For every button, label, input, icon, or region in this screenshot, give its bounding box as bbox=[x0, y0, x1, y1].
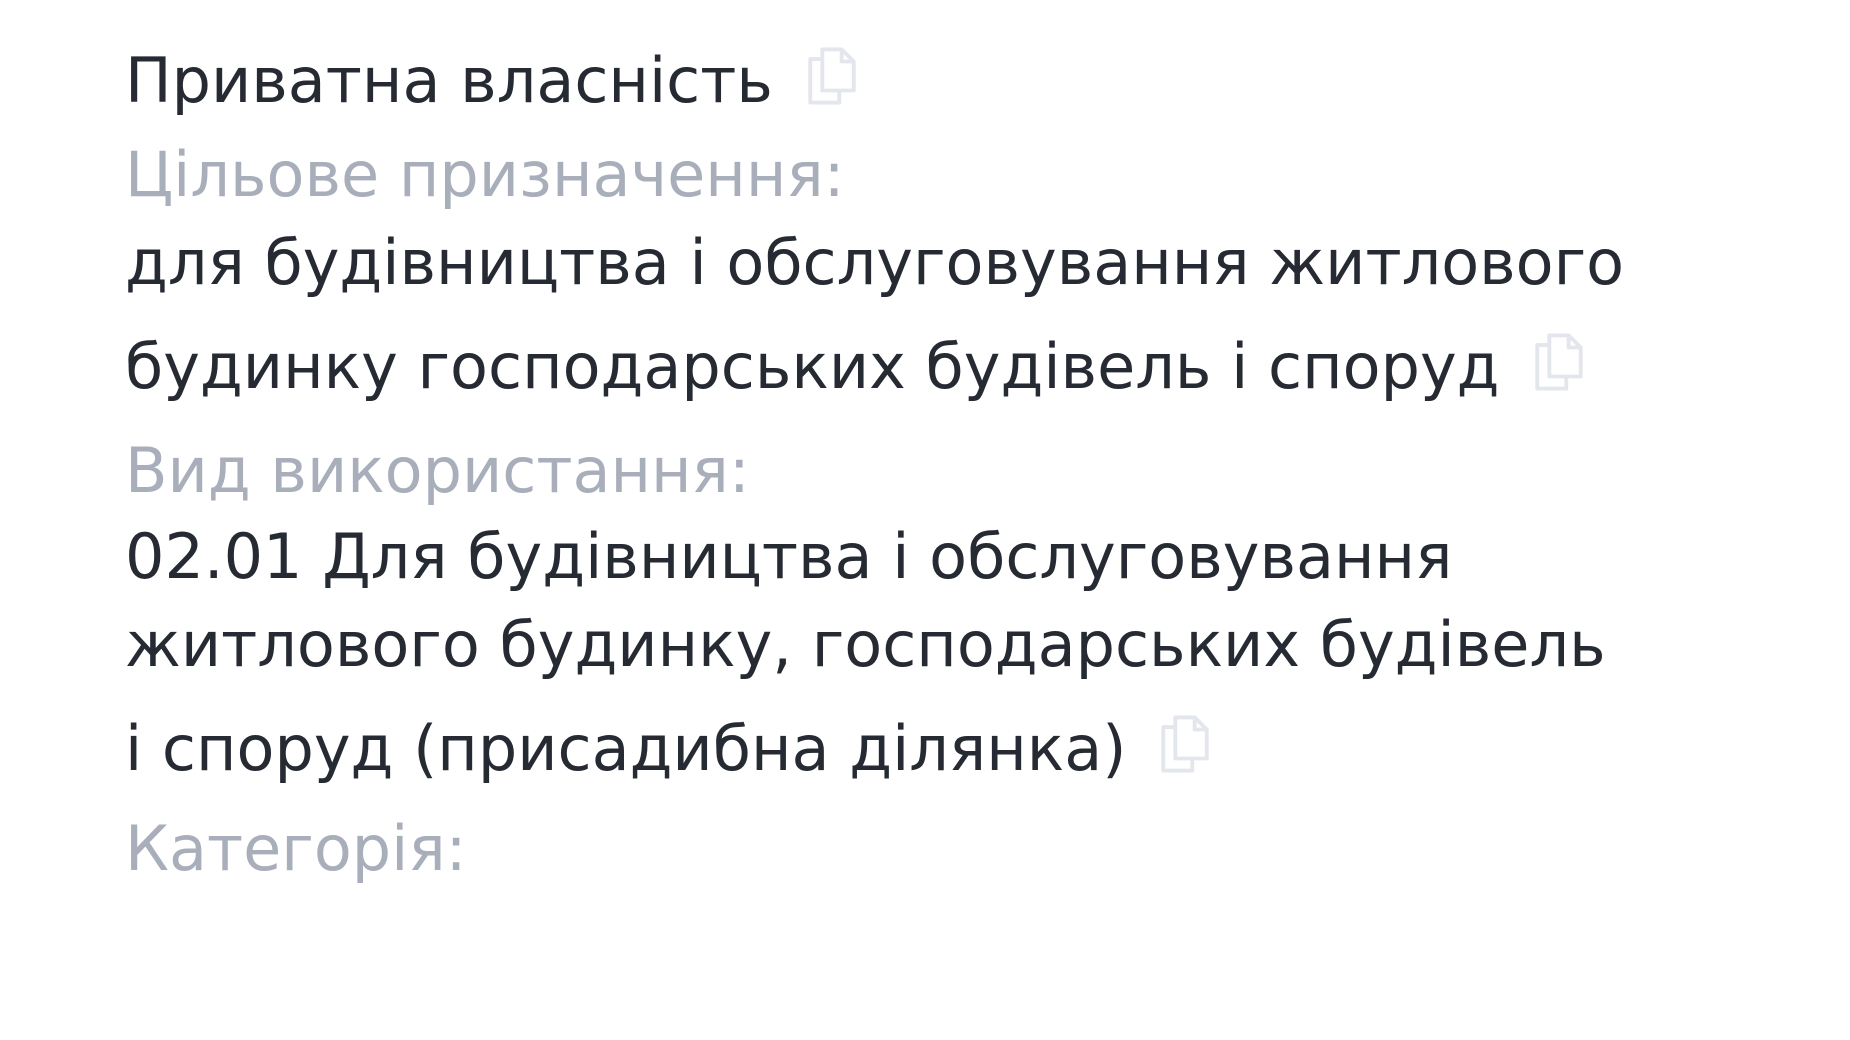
purpose-value-row: будинку господарських будівель і споруд bbox=[125, 330, 1588, 398]
land-parcel-details: Приватна власність Цільове призначення: … bbox=[125, 0, 1805, 1040]
copy-icon[interactable] bbox=[1156, 712, 1214, 776]
copy-icon[interactable] bbox=[803, 44, 861, 108]
ownership-row: Приватна власність bbox=[125, 44, 861, 112]
usage-label: Вид використання: bbox=[125, 434, 750, 507]
usage-value-line: 02.01 Для будівництва і обслуговування bbox=[125, 520, 1453, 593]
copy-icon[interactable] bbox=[1530, 330, 1588, 394]
category-label: Категорія: bbox=[125, 812, 467, 885]
usage-value-line: і споруд (присадибна ділянка) bbox=[125, 712, 1127, 785]
purpose-value-line: будинку господарських будівель і споруд bbox=[125, 330, 1500, 403]
usage-value-row: і споруд (присадибна ділянка) bbox=[125, 712, 1214, 780]
purpose-value-line: для будівництва і обслуговування житлово… bbox=[125, 226, 1625, 299]
purpose-label: Цільове призначення: bbox=[125, 138, 845, 211]
ownership-value: Приватна власність bbox=[125, 44, 773, 117]
usage-value-line: житлового будинку, господарських будівел… bbox=[125, 608, 1606, 681]
